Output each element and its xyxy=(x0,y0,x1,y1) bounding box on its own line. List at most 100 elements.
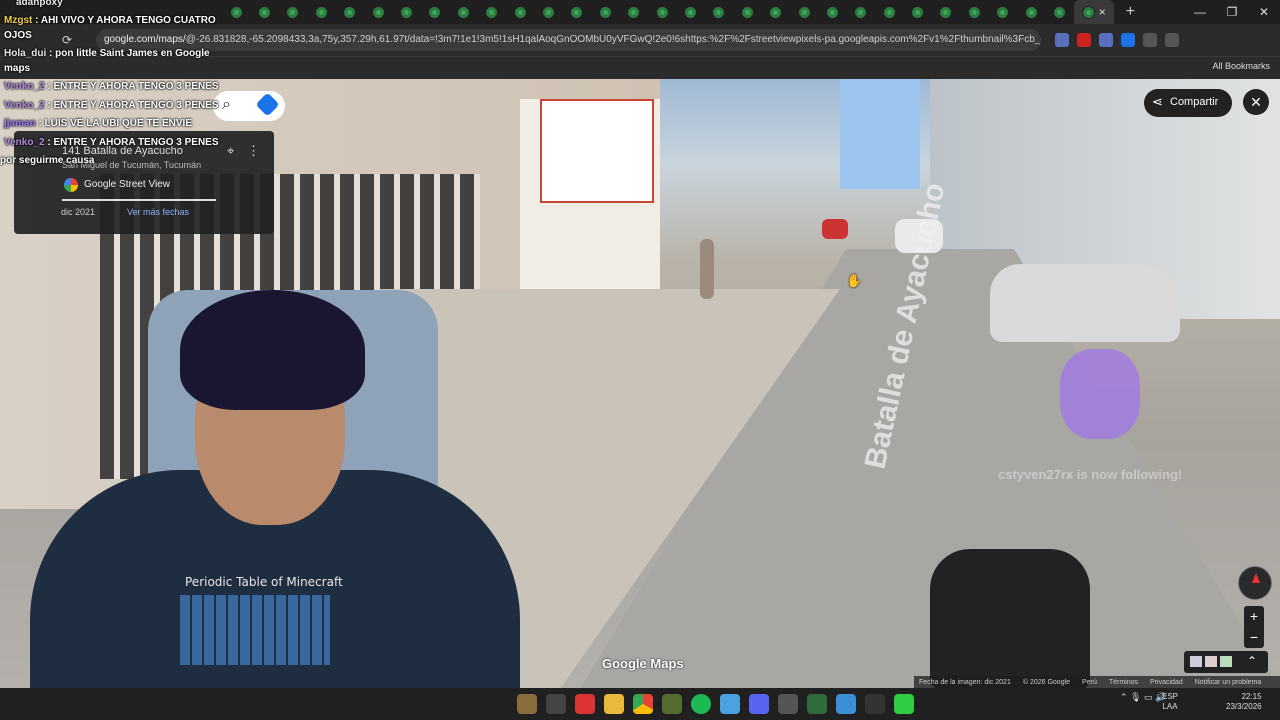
tab[interactable] xyxy=(960,0,988,24)
privacy-link[interactable]: Privacidad xyxy=(1150,679,1183,686)
chat-message: maps xyxy=(4,63,31,74)
tab[interactable] xyxy=(591,0,619,24)
tab[interactable] xyxy=(364,0,392,24)
maps-favicon-icon xyxy=(258,5,272,19)
tab[interactable] xyxy=(733,0,761,24)
all-bookmarks-link[interactable]: All Bookmarks xyxy=(1212,61,1270,71)
app-icon[interactable] xyxy=(720,694,740,714)
calculator-icon[interactable] xyxy=(836,694,856,714)
pegman-overlay xyxy=(1060,349,1140,439)
chat-message: LUIS VE LA UBI QUE TE ENVIE xyxy=(44,118,193,129)
report-link[interactable]: Notificar un problema xyxy=(1195,679,1262,686)
hand-cursor-icon: ✋ xyxy=(846,273,863,288)
layers-control[interactable]: ⌃ xyxy=(1184,651,1268,673)
tab[interactable] xyxy=(563,0,591,24)
tab[interactable] xyxy=(336,0,364,24)
tab[interactable] xyxy=(847,0,875,24)
address-bar[interactable]: google.com/maps/@-26.831828,-65.2098433,… xyxy=(96,29,1041,51)
chat-user: Venko_2 xyxy=(4,81,45,92)
tab[interactable] xyxy=(534,0,562,24)
maps-favicon-icon xyxy=(1053,5,1067,19)
chat-user: jjaman xyxy=(4,118,36,129)
spotify-icon[interactable] xyxy=(691,694,711,714)
tab[interactable] xyxy=(1045,0,1073,24)
app-icon[interactable] xyxy=(517,694,537,714)
tab[interactable] xyxy=(279,0,307,24)
image-date: Fecha de la imagen: dic 2021 xyxy=(919,678,1011,686)
tab[interactable] xyxy=(222,0,250,24)
url-host: google.com/maps/ xyxy=(104,34,186,45)
chat-message: ENTRE Y AHORA TENGO 3 PENES xyxy=(53,100,219,111)
app-icon[interactable] xyxy=(546,694,566,714)
tab[interactable] xyxy=(506,0,534,24)
reload-icon[interactable]: ⟳ xyxy=(62,33,72,47)
minimize-button[interactable]: — xyxy=(1184,0,1216,24)
extension-icons xyxy=(1055,33,1179,47)
country-link[interactable]: Perú xyxy=(1082,679,1097,686)
tab[interactable] xyxy=(1017,0,1045,24)
extension-icon[interactable] xyxy=(1055,33,1069,47)
system-clock[interactable]: 22:15 23/3/2026 xyxy=(1226,692,1262,712)
tab[interactable] xyxy=(421,0,449,24)
map-pin-icon[interactable]: ⌖ xyxy=(227,143,234,159)
extension-icon[interactable] xyxy=(1099,33,1113,47)
tab[interactable] xyxy=(619,0,647,24)
more-options-icon[interactable]: ⋮ xyxy=(247,143,260,159)
follow-alert: cstyven27rx is now following! xyxy=(998,467,1183,482)
zoom-in-button[interactable]: + xyxy=(1244,606,1264,627)
close-streetview-button[interactable]: ✕ xyxy=(1243,89,1269,115)
tab[interactable] xyxy=(648,0,676,24)
tab[interactable] xyxy=(676,0,704,24)
new-tab-button[interactable]: + xyxy=(1126,3,1135,21)
extensions-puzzle-icon[interactable] xyxy=(1165,33,1179,47)
more-dates-link[interactable]: Ver más fechas xyxy=(127,207,189,217)
tab[interactable] xyxy=(307,0,335,24)
extension-icon[interactable] xyxy=(1121,33,1135,47)
chat-message: pon little Saint James en Google xyxy=(55,48,210,59)
tab-active[interactable]: × xyxy=(1073,0,1114,24)
date-slider[interactable] xyxy=(62,199,216,201)
tab[interactable] xyxy=(932,0,960,24)
maps-favicon-icon xyxy=(712,5,726,19)
tab[interactable] xyxy=(761,0,789,24)
app-icon[interactable] xyxy=(778,694,798,714)
tab[interactable] xyxy=(875,0,903,24)
tab[interactable] xyxy=(989,0,1017,24)
copyright: © 2026 Google xyxy=(1022,678,1071,686)
search-icon[interactable]: ⌕ xyxy=(222,96,231,114)
app-icon[interactable] xyxy=(662,694,682,714)
discord-icon[interactable] xyxy=(749,694,769,714)
chrome-icon[interactable] xyxy=(633,694,653,714)
chat-line: Mzgst : AHI VIVO Y AHORA TENGO CUATRO xyxy=(4,15,216,26)
app-icon[interactable] xyxy=(865,694,885,714)
app-icon[interactable] xyxy=(575,694,595,714)
clock-time: 22:15 xyxy=(1241,692,1262,701)
language-indicator[interactable]: ESP LAA xyxy=(1162,692,1178,712)
tab[interactable] xyxy=(790,0,818,24)
tab[interactable] xyxy=(392,0,420,24)
tab-close-icon[interactable]: × xyxy=(1099,5,1106,19)
close-window-button[interactable]: ✕ xyxy=(1248,0,1280,24)
maximize-button[interactable]: ❐ xyxy=(1216,0,1248,24)
tab[interactable] xyxy=(449,0,477,24)
compass-icon[interactable] xyxy=(1238,566,1272,600)
maps-favicon-icon xyxy=(683,5,697,19)
window-controls: — ❐ ✕ xyxy=(1184,0,1280,24)
zoom-out-button[interactable]: − xyxy=(1244,627,1264,648)
tray-icons[interactable]: ⌃ 🎙 ▭ 🔊 xyxy=(1120,692,1166,703)
extension-icon[interactable] xyxy=(1077,33,1091,47)
tab[interactable] xyxy=(818,0,846,24)
app-icon[interactable] xyxy=(807,694,827,714)
chat-message: AHI VIVO Y AHORA TENGO CUATRO xyxy=(40,15,216,26)
layer-thumb xyxy=(1190,656,1202,667)
tab[interactable] xyxy=(705,0,733,24)
extension-icon[interactable] xyxy=(1143,33,1157,47)
folder-icon[interactable] xyxy=(604,694,624,714)
tab[interactable] xyxy=(250,0,278,24)
scooter-seat xyxy=(930,549,1090,688)
tab[interactable] xyxy=(478,0,506,24)
app-icon[interactable] xyxy=(894,694,914,714)
maps-favicon-icon xyxy=(229,5,243,19)
terms-link[interactable]: Términos xyxy=(1109,679,1138,686)
tab[interactable] xyxy=(903,0,931,24)
